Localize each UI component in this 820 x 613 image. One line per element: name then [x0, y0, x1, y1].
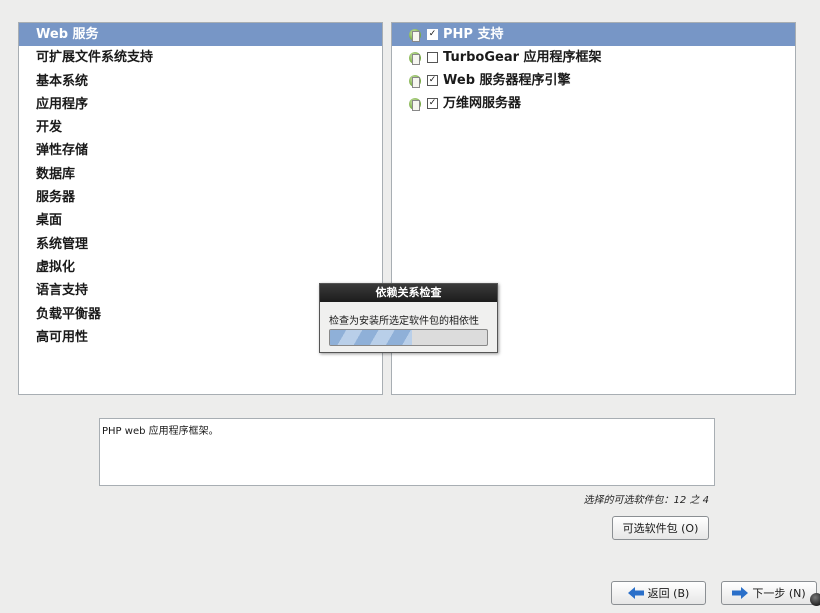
package-label: TurboGear 应用程序框架	[443, 50, 602, 65]
dialog-title: 依赖关系检查	[320, 284, 497, 302]
optional-packages-button[interactable]: 可选软件包 (O)	[612, 516, 709, 540]
arrow-right-icon	[732, 587, 749, 599]
category-item[interactable]: 弹性存储	[19, 139, 382, 162]
category-item[interactable]: Web 服务	[19, 23, 382, 47]
package-description: PHP web 应用程序框架。	[99, 418, 715, 486]
package-label: PHP 支持	[443, 27, 504, 42]
category-item[interactable]: 服务器	[19, 186, 382, 209]
package-item[interactable]: ✓ Web 服务器程序引擎	[392, 69, 795, 92]
package-item[interactable]: ✓ PHP 支持	[392, 23, 795, 46]
arrow-left-icon	[627, 587, 644, 599]
dialog-message: 检查为安装所选定软件包的相依性	[329, 316, 479, 327]
package-item[interactable]: ✓ 万维网服务器	[392, 92, 795, 115]
package-label: 万维网服务器	[443, 96, 522, 111]
status-indicator	[810, 593, 820, 606]
category-item[interactable]: 系统管理	[19, 233, 382, 256]
package-label: Web 服务器程序引擎	[443, 73, 571, 88]
package-icon	[408, 96, 423, 111]
category-item[interactable]: 桌面	[19, 209, 382, 232]
package-checkbox[interactable]: ✓	[427, 98, 438, 109]
progress-fill	[330, 330, 412, 345]
category-item[interactable]: 基本系统	[19, 70, 382, 93]
package-item[interactable]: TurboGear 应用程序框架	[392, 46, 795, 69]
category-item[interactable]: 可扩展文件系统支持	[19, 46, 382, 69]
package-checkbox[interactable]: ✓	[427, 29, 438, 40]
category-item[interactable]: 数据库	[19, 163, 382, 186]
next-button[interactable]: 下一步 (N)	[721, 581, 817, 605]
category-item[interactable]: 虚拟化	[19, 256, 382, 279]
back-button[interactable]: 返回 (B)	[611, 581, 706, 605]
category-item[interactable]: 应用程序	[19, 93, 382, 116]
back-label: 返回 (B)	[647, 587, 690, 600]
package-icon	[408, 50, 423, 65]
next-label: 下一步 (N)	[752, 587, 806, 600]
selection-count: 选择的可选软件包：12 之 4	[583, 495, 709, 506]
package-checkbox[interactable]	[427, 52, 438, 63]
optional-packages-label: 可选软件包 (O)	[622, 522, 699, 535]
package-icon	[408, 27, 423, 42]
progress-bar	[329, 329, 488, 346]
category-item[interactable]: 开发	[19, 116, 382, 139]
package-icon	[408, 73, 423, 88]
dependency-check-dialog: 依赖关系检查 检查为安装所选定软件包的相依性	[319, 283, 498, 353]
package-checkbox[interactable]: ✓	[427, 75, 438, 86]
